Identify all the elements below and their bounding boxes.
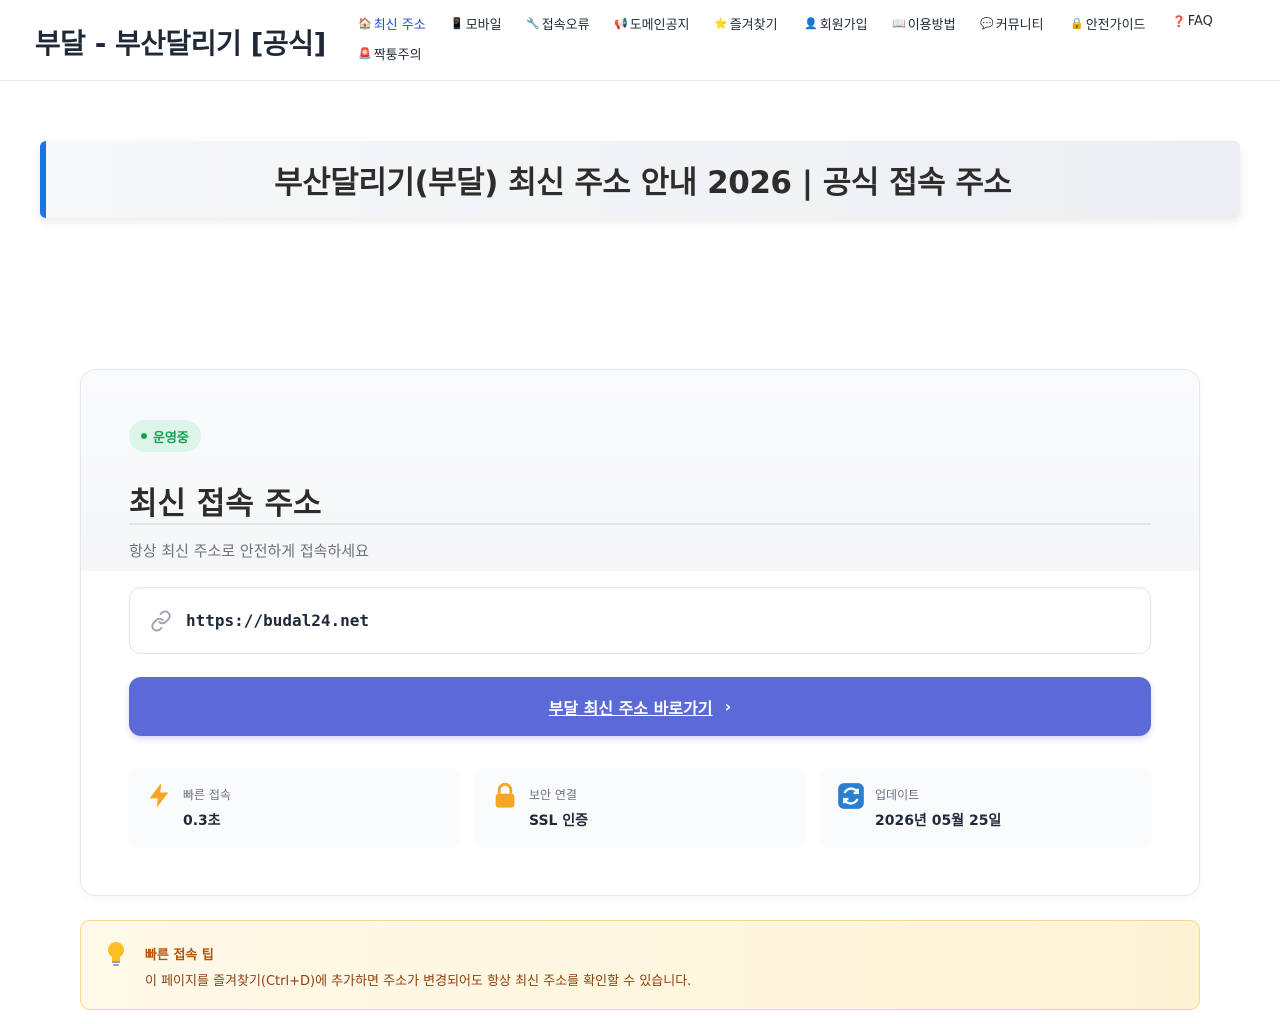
site-header: 부달 - 부산달리기 [공식] 🏠 최신 주소 📱 모바일 🔧 접속오류 📢 도… bbox=[0, 0, 1280, 81]
tip-title: 빠른 접속 팁 bbox=[145, 948, 214, 963]
nav-item-connection-error[interactable]: 🔧 접속오류 bbox=[526, 14, 590, 33]
nav-item-label: 즐겨찾기 bbox=[729, 18, 778, 33]
nav-item-label: 모바일 bbox=[465, 18, 502, 33]
mobile-icon: 📱 bbox=[450, 17, 464, 30]
lock-icon: 🔒 bbox=[1070, 17, 1084, 30]
star-icon: ⭐ bbox=[714, 17, 728, 30]
quick-tip-box: 빠른 접속 팁 이 페이지를 즐겨찾기(Ctrl+D)에 추가하면 주소가 변경… bbox=[80, 920, 1200, 1010]
feature-fast-access: 빠른 접속 0.3초 bbox=[129, 768, 459, 846]
megaphone-icon: 📢 bbox=[614, 17, 628, 30]
url-text[interactable]: https://budal24.net bbox=[186, 611, 369, 630]
nav-item-label: 최신 주소 bbox=[373, 18, 426, 33]
nav-item-mobile[interactable]: 📱 모바일 bbox=[450, 14, 502, 33]
feature-value: 0.3초 bbox=[183, 813, 221, 829]
feature-value: SSL 인증 bbox=[529, 813, 589, 829]
site-brand[interactable]: 부달 - 부산달리기 [공식] bbox=[35, 22, 326, 62]
nav-item-label: 도메인공지 bbox=[629, 18, 690, 33]
feature-label: 업데이트 bbox=[875, 788, 920, 802]
status-dot-icon bbox=[141, 433, 147, 439]
home-icon: 🏠 bbox=[358, 17, 372, 30]
nav-item-bookmark[interactable]: ⭐ 즐겨찾기 bbox=[714, 14, 778, 33]
feature-label: 보안 연결 bbox=[529, 788, 577, 802]
nav-item-fake-warning[interactable]: 🚨 짝퉁주의 bbox=[358, 44, 422, 63]
card-subtitle: 항상 최신 주소로 안전하게 접속하세요 bbox=[129, 542, 369, 560]
title-banner: 부산달리기(부달) 최신 주소 안내 2026 | 공식 접속 주소 bbox=[40, 141, 1240, 218]
nav-item-label: 안전가이드 bbox=[1085, 18, 1146, 33]
nav-item-how-to-use[interactable]: 📖 이용방법 bbox=[892, 14, 956, 33]
lightning-icon bbox=[149, 784, 169, 808]
nav-item-label: 커뮤니티 bbox=[995, 18, 1044, 33]
tip-text: 이 페이지를 즐겨찾기(Ctrl+D)에 추가하면 주소가 변경되어도 항상 최… bbox=[145, 974, 692, 989]
lock-icon bbox=[495, 782, 515, 808]
question-icon: ❓ bbox=[1172, 15, 1186, 28]
nav-item-signup[interactable]: 👤 회원가입 bbox=[804, 14, 868, 33]
link-icon bbox=[151, 609, 171, 632]
chevron-right-icon: › bbox=[724, 697, 732, 716]
refresh-icon bbox=[838, 783, 864, 809]
status-badge: 운영중 bbox=[129, 420, 201, 452]
nav-item-domain-notice[interactable]: 📢 도메인공지 bbox=[614, 14, 690, 33]
nav-item-latest-address[interactable]: 🏠 최신 주소 bbox=[358, 14, 426, 33]
feature-label: 빠른 접속 bbox=[183, 788, 231, 802]
feature-update: 업데이트 2026년 05월 25일 bbox=[821, 768, 1151, 846]
book-icon: 📖 bbox=[892, 17, 906, 30]
feature-secure-connection: 보안 연결 SSL 인증 bbox=[475, 768, 805, 846]
nav-item-label: 회원가입 bbox=[819, 18, 868, 33]
nav-item-label: FAQ bbox=[1187, 14, 1213, 29]
status-label: 운영중 bbox=[153, 430, 189, 446]
card-divider bbox=[129, 523, 1151, 525]
card-title: 최신 접속 주소 bbox=[129, 486, 322, 522]
address-card: 운영중 최신 접속 주소 항상 최신 주소로 안전하게 접속하세요 https:… bbox=[80, 369, 1200, 896]
go-to-latest-address-button[interactable]: 부달 최신 주소 바로가기 › bbox=[129, 677, 1151, 736]
go-button-label: 부달 최신 주소 바로가기 bbox=[548, 698, 713, 718]
nav-item-safety-guide[interactable]: 🔒 안전가이드 bbox=[1070, 14, 1146, 33]
page-title: 부산달리기(부달) 최신 주소 안내 2026 | 공식 접속 주소 bbox=[274, 165, 1012, 201]
speech-bubble-icon: 💬 bbox=[980, 17, 994, 30]
nav-item-faq[interactable]: ❓ FAQ bbox=[1172, 14, 1213, 29]
lightbulb-icon bbox=[108, 942, 124, 966]
nav-item-community[interactable]: 💬 커뮤니티 bbox=[980, 14, 1044, 33]
url-box[interactable]: https://budal24.net bbox=[129, 587, 1151, 654]
wrench-icon: 🔧 bbox=[526, 17, 540, 30]
feature-value: 2026년 05월 25일 bbox=[875, 813, 1002, 829]
nav-item-label: 접속오류 bbox=[541, 18, 590, 33]
user-icon: 👤 bbox=[804, 17, 818, 30]
siren-icon: 🚨 bbox=[358, 47, 372, 60]
nav-item-label: 이용방법 bbox=[907, 18, 956, 33]
nav-item-label: 짝퉁주의 bbox=[373, 48, 422, 63]
